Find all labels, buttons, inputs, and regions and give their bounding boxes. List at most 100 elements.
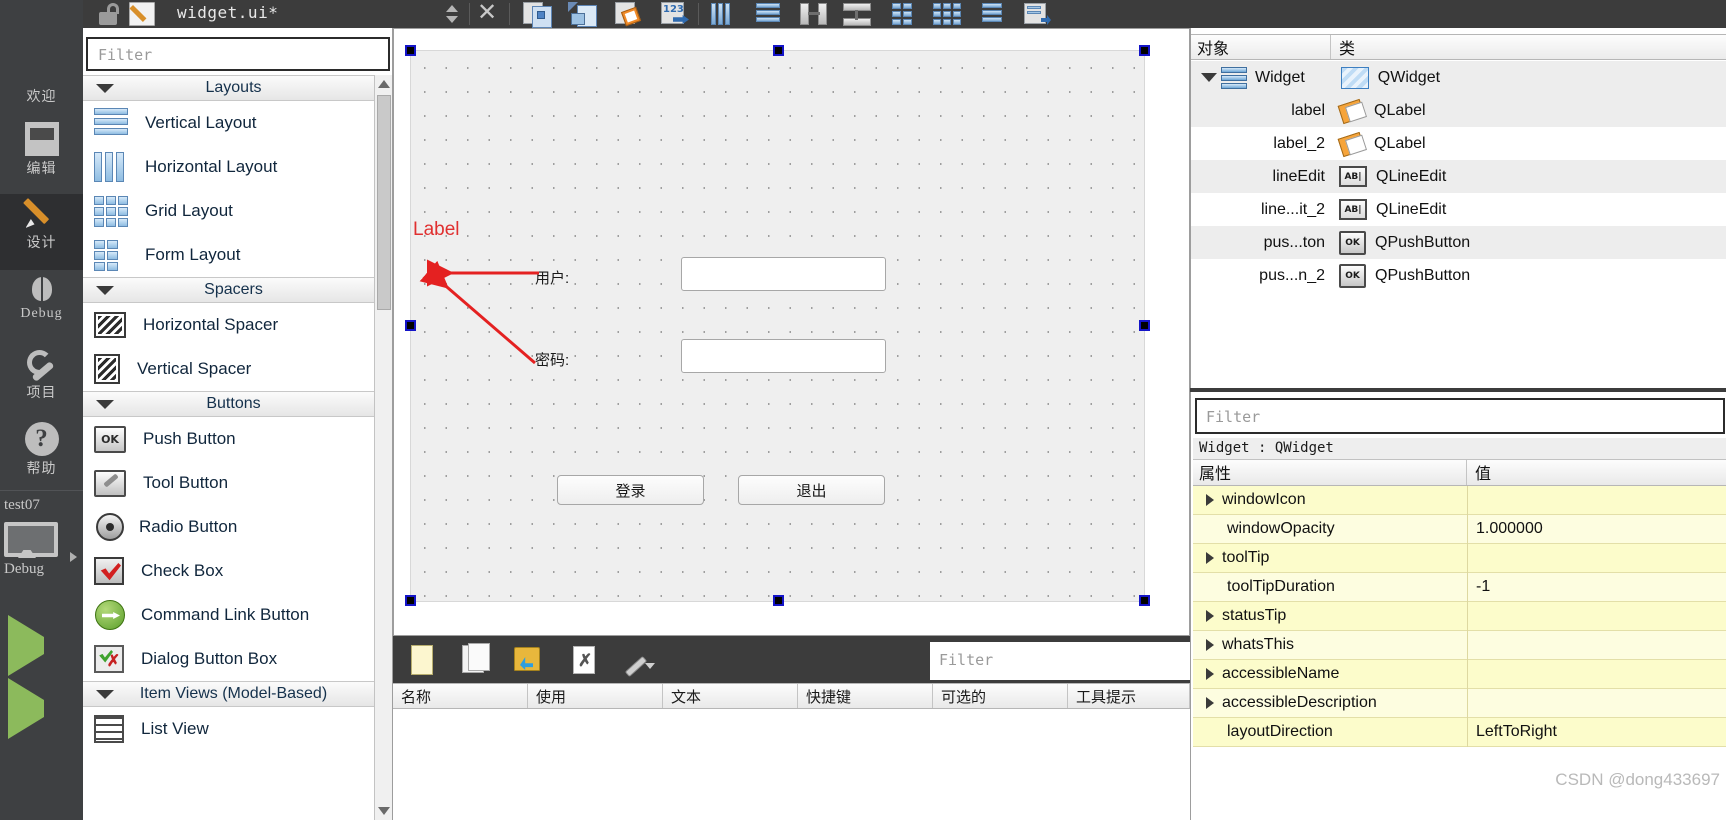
action-editor-body[interactable] — [393, 709, 1190, 820]
list-item[interactable]: List View — [83, 707, 375, 751]
table-row[interactable]: pus...ton OK QPushButton — [1191, 226, 1726, 259]
resize-handle-top-center[interactable] — [773, 45, 784, 56]
resize-handle-top-left[interactable] — [405, 45, 416, 56]
debug-run-button[interactable] — [0, 678, 83, 756]
kit-selector[interactable]: test07 Debug — [0, 497, 83, 607]
new-action-icon[interactable] — [407, 644, 441, 676]
value-column-header[interactable]: 值 — [1467, 460, 1726, 485]
copy-action-icon[interactable] — [459, 643, 493, 676]
resize-handle-bottom-center[interactable] — [773, 595, 784, 606]
resize-handle-middle-right[interactable] — [1139, 320, 1150, 331]
form-button-login[interactable]: 登录 — [557, 475, 704, 505]
sidebar-item-edit[interactable]: 编辑 — [0, 122, 83, 194]
form-lineedit-username[interactable] — [681, 257, 886, 291]
table-row[interactable]: windowOpacity 1.000000 — [1193, 514, 1726, 544]
chevron-right-icon[interactable] — [1206, 552, 1214, 564]
chevron-right-icon[interactable] — [1206, 668, 1214, 680]
chevron-right-icon[interactable] — [1206, 639, 1214, 651]
chevron-right-icon[interactable] — [1206, 610, 1214, 622]
property-value[interactable] — [1467, 659, 1726, 689]
list-item[interactable]: Dialog Button Box — [83, 637, 375, 681]
list-item[interactable]: Horizontal Spacer — [83, 303, 375, 347]
table-row[interactable]: pus...n_2 OK QPushButton — [1191, 259, 1726, 292]
action-editor-filter-input[interactable]: Filter — [930, 642, 1190, 680]
property-value[interactable] — [1467, 630, 1726, 660]
list-item[interactable]: Form Layout — [83, 233, 375, 277]
resize-handle-top-right[interactable] — [1139, 45, 1150, 56]
list-item[interactable]: OK Push Button — [83, 417, 375, 461]
form-widget[interactable]: Label 用户: 密码: 登录 退出 — [410, 50, 1145, 602]
layout-form-icon[interactable] — [886, 1, 920, 27]
chevron-down-icon[interactable] — [1201, 73, 1217, 82]
sidebar-item-design[interactable]: 设计 — [0, 194, 83, 270]
chevron-right-icon[interactable] — [1206, 494, 1214, 506]
widget-category-item-views[interactable]: Item Views (Model-Based) — [83, 681, 375, 707]
widget-box-filter-input[interactable]: Filter — [86, 37, 390, 71]
action-column-text[interactable]: 文本 — [663, 684, 798, 708]
object-column-header[interactable]: 对象 — [1191, 35, 1331, 59]
property-value[interactable]: 1.000000 — [1467, 514, 1726, 544]
action-column-shortcut[interactable]: 快捷键 — [798, 684, 933, 708]
chevron-right-icon[interactable] — [1206, 697, 1214, 709]
edit-buddies-icon[interactable] — [613, 1, 647, 27]
property-value[interactable]: -1 — [1467, 572, 1726, 602]
action-column-tooltip[interactable]: 工具提示 — [1068, 684, 1190, 708]
table-row[interactable]: layoutDirection LeftToRight — [1193, 717, 1726, 747]
class-column-header[interactable]: 类 — [1331, 35, 1726, 59]
action-column-name[interactable]: 名称 — [393, 684, 528, 708]
property-filter-input[interactable]: Filter — [1195, 398, 1725, 434]
resize-handle-bottom-right[interactable] — [1139, 595, 1150, 606]
scroll-down-icon[interactable] — [378, 807, 390, 815]
form-editor-canvas[interactable]: Label 用户: 密码: 登录 退出 — [393, 28, 1190, 636]
layout-grid-icon[interactable] — [930, 1, 964, 27]
form-label-red[interactable]: Label — [413, 219, 460, 241]
edit-action-icon[interactable] — [511, 644, 545, 676]
layout-vertical-splitter-icon[interactable] — [841, 1, 875, 27]
list-item[interactable]: Vertical Spacer — [83, 347, 375, 391]
adjust-size-icon[interactable] — [1021, 1, 1055, 27]
scrollbar-thumb[interactable] — [377, 95, 391, 310]
table-row[interactable]: toolTipDuration -1 — [1193, 572, 1726, 602]
list-item[interactable]: Radio Button — [83, 505, 375, 549]
action-column-used[interactable]: 使用 — [528, 684, 663, 708]
layout-horizontally-icon[interactable] — [706, 1, 740, 27]
action-column-checkable[interactable]: 可选的 — [933, 684, 1068, 708]
list-item[interactable]: Check Box — [83, 549, 375, 593]
form-label-username[interactable]: 用户: — [535, 267, 569, 288]
table-row[interactable]: whatsThis — [1193, 630, 1726, 660]
table-row[interactable]: statusTip — [1193, 601, 1726, 631]
widget-category-buttons[interactable]: Buttons — [83, 391, 375, 417]
table-row[interactable]: label_2 QLabel — [1191, 127, 1726, 160]
list-item[interactable]: Tool Button — [83, 461, 375, 505]
split-updown-icon[interactable] — [441, 2, 463, 26]
list-item[interactable]: Grid Layout — [83, 189, 375, 233]
table-row[interactable]: toolTip — [1193, 543, 1726, 573]
table-row[interactable]: line...it_2 AB| QLineEdit — [1191, 193, 1726, 226]
table-row[interactable]: accessibleName — [1193, 659, 1726, 689]
form-label-password[interactable]: 密码: — [535, 349, 569, 370]
property-value[interactable] — [1467, 601, 1726, 631]
delete-action-icon[interactable] — [568, 644, 602, 676]
table-row[interactable]: label QLabel — [1191, 94, 1726, 127]
edit-widgets-icon[interactable] — [521, 1, 555, 28]
sidebar-item-help[interactable]: ? 帮助 — [0, 422, 83, 494]
sidebar-item-debug[interactable]: Debug — [0, 274, 83, 346]
unlock-icon[interactable] — [96, 3, 120, 25]
document-filename[interactable]: widget.ui* — [177, 3, 278, 22]
table-row[interactable]: Widget QWidget — [1191, 61, 1726, 94]
close-icon[interactable]: ✕ — [475, 1, 499, 25]
layout-horizontal-splitter-icon[interactable] — [797, 1, 831, 27]
break-layout-icon[interactable] — [976, 1, 1010, 27]
form-lineedit-password[interactable] — [681, 339, 886, 373]
layout-vertically-icon[interactable] — [752, 1, 786, 27]
edit-tab-order-icon[interactable]: 123 — [659, 1, 693, 27]
property-value[interactable]: LeftToRight — [1467, 717, 1726, 747]
sidebar-item-projects[interactable]: 项目 — [0, 348, 83, 420]
sidebar-item-welcome[interactable]: 欢迎 — [0, 50, 83, 122]
list-item[interactable]: Vertical Layout — [83, 101, 375, 145]
widget-category-spacers[interactable]: Spacers — [83, 277, 375, 303]
form-button-exit[interactable]: 退出 — [738, 475, 885, 505]
configure-icon[interactable] — [619, 644, 655, 676]
property-column-header[interactable]: 属性 — [1193, 460, 1467, 485]
widget-box-scrollbar[interactable] — [374, 75, 392, 820]
